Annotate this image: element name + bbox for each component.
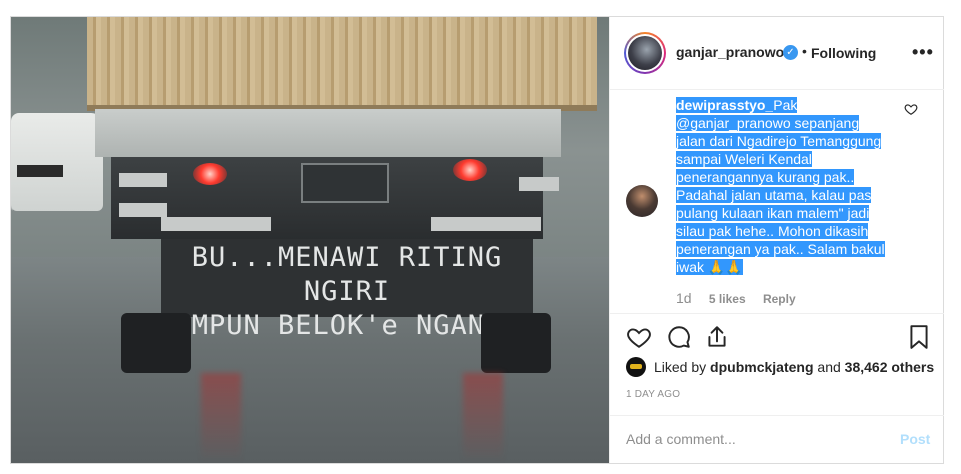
- comment-line: pulang kulaan ikan malem" jadi: [676, 205, 870, 221]
- mudflap-line-1: BU...MENAWI RITING NGIRI: [191, 242, 503, 307]
- add-comment-bar: Post: [610, 415, 944, 464]
- like-heart-icon[interactable]: [626, 324, 652, 350]
- add-comment-input[interactable]: [626, 431, 886, 447]
- comment-time[interactable]: 1d: [676, 290, 692, 306]
- comment-line: Padahal jalan utama, kalau pas: [676, 187, 872, 203]
- share-icon[interactable]: [704, 324, 730, 350]
- comment-line: Pak: [773, 97, 798, 113]
- white-car: [11, 113, 103, 211]
- more-options-icon[interactable]: •••: [912, 42, 934, 63]
- likes-text: Liked by dpubmckjateng and 38,462 others: [654, 359, 935, 375]
- comment-line: silau pak hehe.. Mohon dikasih: [676, 223, 869, 239]
- comment-likes[interactable]: 5 likes: [709, 292, 746, 306]
- post-side-panel: ganjar_pranowo ✓ • Following ••• dewipra…: [609, 17, 944, 463]
- liker-avatar[interactable]: [626, 357, 646, 377]
- comment-bubble-icon[interactable]: [666, 324, 692, 350]
- author-username[interactable]: ganjar_pranowo: [676, 44, 784, 60]
- comment-line: jalan dari Ngadirejo Temanggung: [676, 133, 882, 149]
- following-button[interactable]: Following: [811, 45, 876, 61]
- mudflap-text: BU...MENAWI RITING NGIRI AMPUN BELOK'e N…: [161, 241, 533, 343]
- comment-line: sampai Weleri Kendal: [676, 151, 812, 167]
- comment-like-heart-icon[interactable]: [904, 102, 918, 116]
- post-timestamp[interactable]: 1 DAY AGO: [626, 389, 680, 400]
- left-tail-light: [193, 163, 227, 185]
- liker-username[interactable]: dpubmckjateng: [710, 359, 813, 375]
- comment-line: penerangannya kurang pak..: [676, 169, 855, 185]
- reply-button[interactable]: Reply: [763, 292, 796, 306]
- post-comment-button[interactable]: Post: [900, 431, 930, 447]
- truck-tailgate: [95, 109, 561, 157]
- comments-section: dewiprasstyo_Pak @ganjar_pranowo sepanja…: [610, 90, 944, 313]
- instagram-post: BU...MENAWI RITING NGIRI AMPUN BELOK'e N…: [10, 16, 944, 464]
- mudflap-line-2: AMPUN BELOK'e NGANAN: [174, 310, 520, 341]
- action-bar: [610, 313, 944, 354]
- save-bookmark-icon[interactable]: [906, 324, 932, 350]
- truck-load: [87, 17, 597, 111]
- comment-line: iwak 🙏🙏: [676, 259, 743, 275]
- likes-count[interactable]: 38,462 others: [845, 359, 935, 375]
- commenter-avatar[interactable]: [626, 185, 658, 217]
- post-header: ganjar_pranowo ✓ • Following •••: [610, 17, 944, 90]
- right-tail-light: [453, 159, 487, 181]
- author-avatar[interactable]: [624, 32, 666, 74]
- license-plate: [301, 163, 389, 203]
- comment-meta: 1d 5 likes Reply: [676, 290, 810, 306]
- comment-line: penerangan ya pak.. Salam bakul: [676, 241, 885, 257]
- verified-badge-icon: ✓: [783, 45, 798, 60]
- commenter-username[interactable]: dewiprasstyo_: [676, 97, 774, 113]
- post-photo[interactable]: BU...MENAWI RITING NGIRI AMPUN BELOK'e N…: [11, 17, 609, 463]
- separator-dot: •: [802, 43, 807, 59]
- comment-line: @ganjar_pranowo sepanjang: [676, 115, 860, 131]
- comment-text: dewiprasstyo_Pak @ganjar_pranowo sepanja…: [676, 96, 908, 276]
